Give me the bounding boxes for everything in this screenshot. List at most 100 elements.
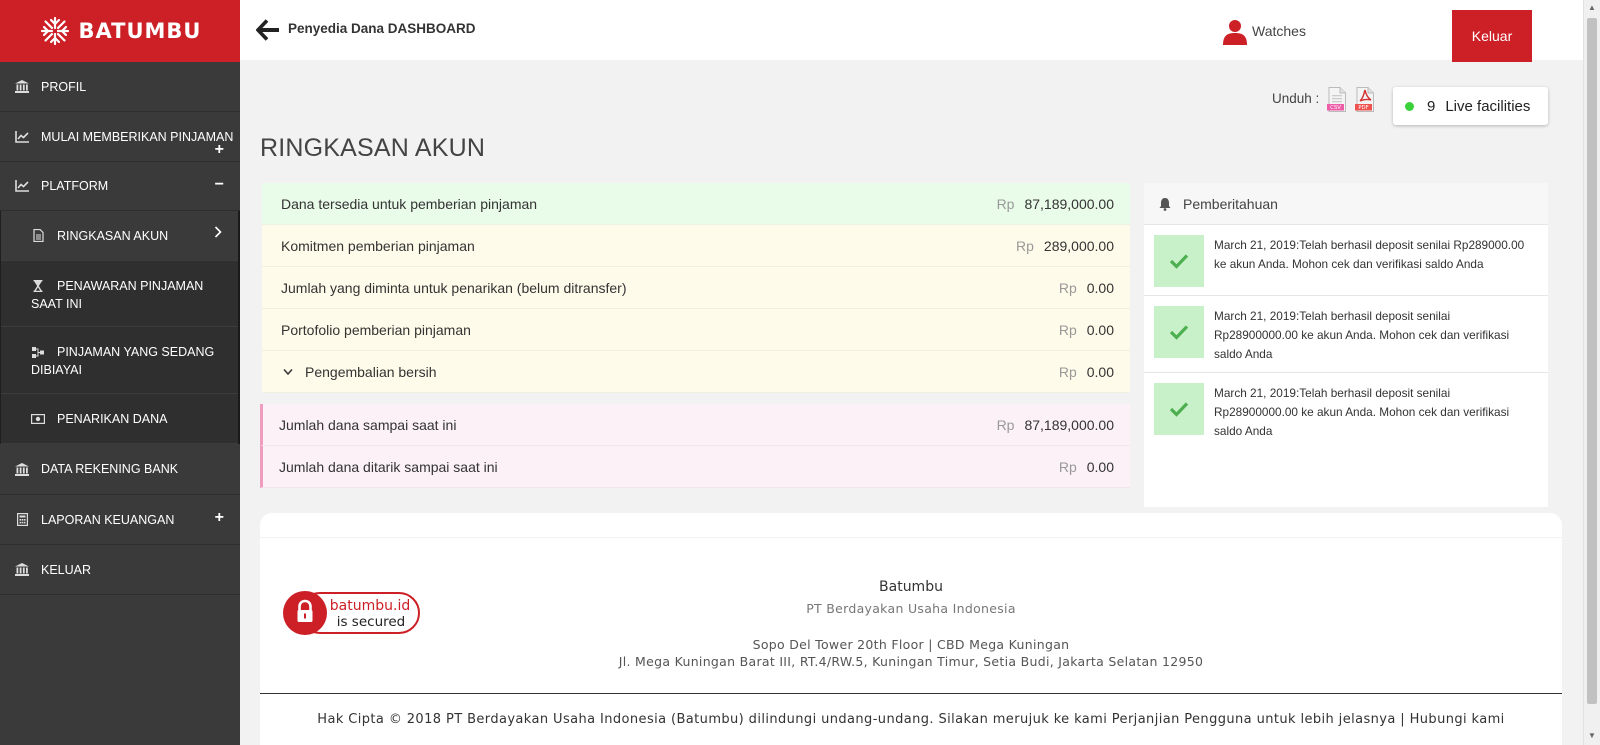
live-count: 9	[1427, 97, 1436, 115]
csv-label: CSV	[1330, 105, 1341, 111]
notification-text: March 21, 2019:Telah berhasil deposit se…	[1214, 386, 1510, 438]
live-status-dot	[1405, 101, 1414, 111]
sidebar-item-mulai-memberikan-pinjaman[interactable]: MULAI MEMBERIKAN PINJAMAN +	[0, 112, 240, 162]
sidebar-item-label: PLATFORM	[41, 179, 109, 193]
scrollbar-thumb[interactable]	[1587, 18, 1597, 704]
sidebar-item-platform[interactable]: PLATFORM −	[0, 162, 240, 211]
footer-legal-name: PT Berdayakan Usaha Indonesia	[806, 601, 1016, 616]
sidebar-item-ringkasan-akun[interactable]: RINGKASAN AKUN	[1, 211, 238, 261]
footer: batumbu.id is secured Batumbu PT Berdaya…	[260, 513, 1562, 745]
summary-label: Jumlah yang diminta untuk penarikan (bel…	[281, 279, 627, 296]
money-icon	[31, 412, 45, 426]
pdf-label: PDF	[1358, 105, 1368, 111]
currency: Rp	[1058, 321, 1077, 338]
scroll-down-icon[interactable]: ▼	[1588, 731, 1596, 740]
back-arrow-icon[interactable]	[256, 19, 280, 41]
summary-value: 87,189,000.00	[1024, 195, 1114, 212]
scrollbar[interactable]: ▲ ▼	[1583, 0, 1600, 745]
batumbu-logo-icon	[40, 16, 69, 46]
footer-address-line2: Jl. Mega Kuningan Barat III, RT.4/RW.5, …	[618, 654, 1204, 669]
check-icon	[1154, 383, 1204, 435]
sidebar-item-label: PROFIL	[41, 79, 87, 94]
pdf-file-icon[interactable]: PDF	[1355, 87, 1375, 112]
sidebar-item-label: PENARIKAN DANA	[57, 411, 168, 426]
platform-submenu: RINGKASAN AKUN PENAWARAN PINJAMAN SAAT I…	[0, 211, 240, 444]
document-icon	[31, 229, 45, 243]
currency: Rp	[996, 195, 1015, 212]
summary-row: Komitmen pemberian pinjaman Rp 289,000.00	[262, 225, 1130, 267]
calculator-icon	[15, 513, 29, 527]
sidebar-item-label: PENAWARAN PINJAMAN SAAT INI	[31, 277, 238, 313]
user-name[interactable]: Watches	[1252, 23, 1306, 39]
check-icon	[1154, 235, 1204, 287]
summary-label: Pengembalian bersih	[305, 363, 437, 380]
sidebar-item-data-rekening-bank[interactable]: DATA REKENING BANK	[0, 444, 240, 495]
sidebar-item-text: PENAWARAN PINJAMAN SAAT INI	[31, 279, 204, 311]
hourglass-icon	[31, 279, 45, 293]
summary-value: 0.00	[1086, 321, 1114, 338]
expand-icon[interactable]: +	[215, 141, 224, 159]
sidebar-item-label: PINJAMAN YANG SEDANG DIBIAYAI	[31, 343, 238, 379]
summary-row: Jumlah dana sampai saat ini Rp 87,189,000…	[260, 404, 1130, 446]
summary-value: 0.00	[1086, 458, 1114, 475]
user-icon[interactable]	[1223, 19, 1247, 45]
account-summary: Dana tersedia untuk pemberian pinjaman R…	[260, 183, 1130, 488]
bank-icon	[15, 563, 29, 577]
copyright-text: Hak Cipta © 2018 PT Berdayakan Usaha Ind…	[317, 712, 1112, 727]
check-icon	[1154, 306, 1204, 358]
sidebar-item-label: KELUAR	[41, 562, 92, 577]
sidebar-item-text: PINJAMAN YANG SEDANG DIBIAYAI	[31, 345, 215, 377]
currency: Rp	[1058, 363, 1077, 380]
sidebar-item-keluar[interactable]: KELUAR	[0, 545, 240, 595]
sidebar-item-label: DATA REKENING BANK	[41, 462, 179, 476]
page-title: Penyedia Dana DASHBOARD	[288, 21, 476, 36]
sidebar-item-penarikan-dana[interactable]: PENARIKAN DANA	[1, 394, 238, 444]
copyright-suffix: untuk lebih jelasnya	[1252, 712, 1396, 727]
footer-copyright: Hak Cipta © 2018 PT Berdayakan Usaha Ind…	[260, 712, 1562, 727]
sidebar: BATUMBU PROFIL MULAI MEMBERIKAN PINJAMAN…	[0, 0, 240, 745]
sidebar-item-laporan-keuangan[interactable]: LAPORAN KEUANGAN +	[0, 495, 240, 545]
notification-text: March 21, 2019:Telah berhasil deposit se…	[1214, 309, 1510, 361]
top-bar: Penyedia Dana DASHBOARD Watches Keluar	[240, 0, 1583, 62]
sidebar-item-label: LAPORAN KEUANGAN	[41, 512, 175, 527]
summary-value: 87,189,000.00	[1024, 416, 1114, 433]
chevron-down-icon[interactable]	[283, 368, 293, 376]
notification-item[interactable]: March 21, 2019:Telah berhasil deposit se…	[1144, 373, 1548, 449]
bank-icon	[15, 462, 29, 476]
live-facilities-badge[interactable]: 9 Live facilities	[1393, 87, 1548, 125]
sidebar-item-pinjaman-dibiayai[interactable]: PINJAMAN YANG SEDANG DIBIAYAI	[1, 327, 238, 394]
logout-button[interactable]: Keluar	[1452, 10, 1532, 62]
sidebar-item-profil[interactable]: PROFIL	[0, 62, 240, 112]
csv-file-icon[interactable]: CSV	[1327, 87, 1347, 112]
summary-label: Komitmen pemberian pinjaman	[281, 237, 475, 254]
summary-label: Portofolio pemberian pinjaman	[281, 321, 471, 338]
currency: Rp	[1058, 279, 1077, 296]
brand-logo[interactable]: BATUMBU	[0, 0, 240, 62]
sidebar-item-penawaran-pinjaman[interactable]: PENAWARAN PINJAMAN SAAT INI	[1, 261, 238, 327]
contact-link[interactable]: Hubungi kami	[1410, 712, 1505, 727]
sidebar-item-label: RINGKASAN AKUN	[57, 228, 169, 243]
notification-text: March 21, 2019:Telah berhasil deposit se…	[1214, 238, 1525, 271]
summary-row: Jumlah yang diminta untuk penarikan (bel…	[262, 267, 1130, 309]
currency: Rp	[1058, 458, 1077, 475]
summary-row: Jumlah dana ditarik sampai saat ini Rp 0.…	[260, 446, 1130, 488]
user-agreement-link[interactable]: Perjanjian Pengguna	[1112, 712, 1252, 727]
summary-value: 0.00	[1086, 363, 1114, 380]
page-heading: RINGKASAN AKUN	[260, 134, 486, 162]
notification-item[interactable]: March 21, 2019:Telah berhasil deposit se…	[1144, 225, 1548, 296]
notifications-title: Pemberitahuan	[1183, 195, 1278, 212]
summary-row-expandable[interactable]: Pengembalian bersih Rp 0.00	[262, 351, 1130, 393]
footer-company: Batumbu	[879, 579, 943, 595]
brand-name: BATUMBU	[78, 19, 202, 43]
badge-status: is secured	[337, 614, 406, 630]
summary-row: Dana tersedia untuk pemberian pinjaman R…	[262, 183, 1130, 225]
footer-separator: |	[1395, 712, 1410, 727]
expand-icon[interactable]: +	[215, 509, 224, 527]
bell-icon	[1159, 197, 1171, 211]
chart-line-icon	[15, 130, 29, 144]
chart-line-icon	[15, 179, 29, 193]
scroll-up-icon[interactable]: ▲	[1588, 3, 1596, 12]
notification-item[interactable]: March 21, 2019:Telah berhasil deposit se…	[1144, 296, 1548, 373]
live-label: Live facilities	[1445, 97, 1531, 115]
collapse-icon[interactable]: −	[215, 176, 224, 194]
